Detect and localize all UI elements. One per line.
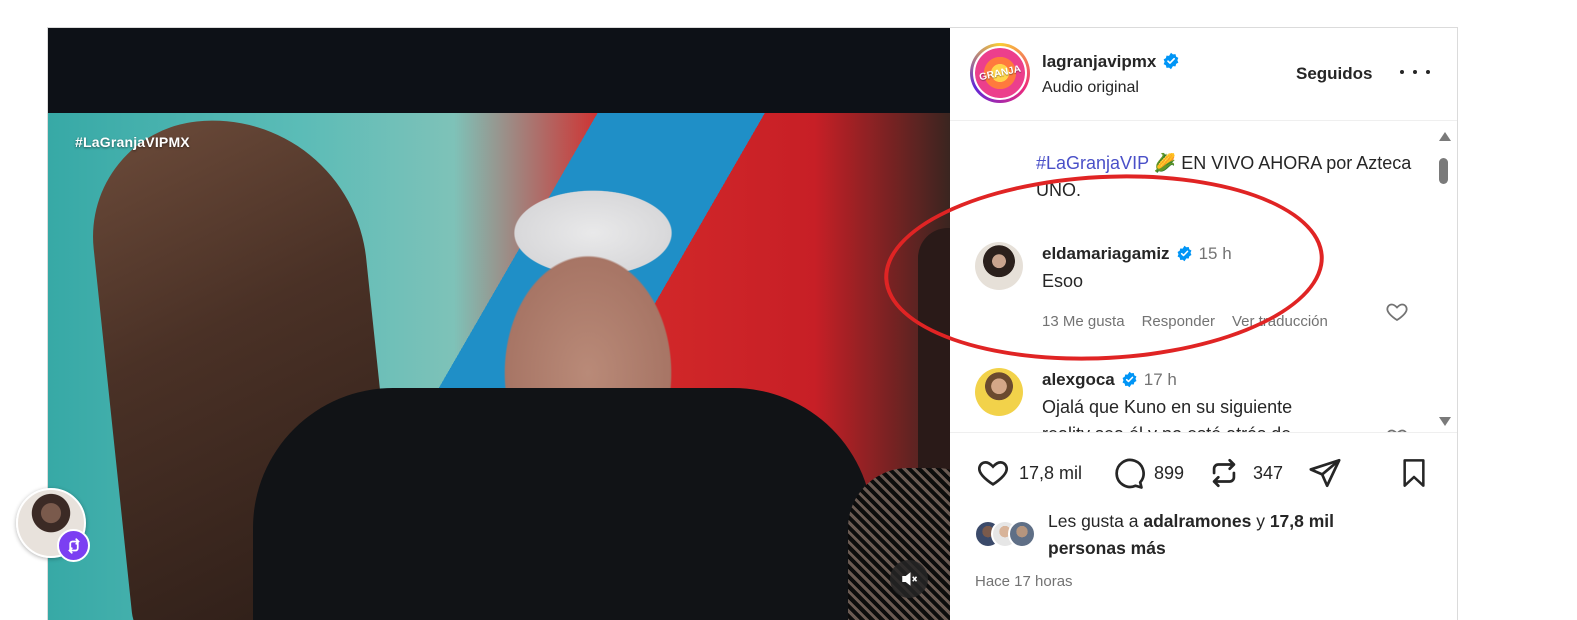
likes-others-link[interactable]: personas más — [1048, 538, 1166, 558]
comment-actions: 13 Me gusta Responder Ver traducción — [1042, 313, 1345, 330]
following-button[interactable]: Seguidos — [1296, 64, 1373, 84]
comments-scrollbar[interactable] — [1436, 122, 1451, 432]
reply-button[interactable]: Responder — [1142, 313, 1215, 330]
heart-icon — [978, 461, 1008, 486]
liker-avatar[interactable] — [1008, 520, 1036, 548]
liker-username-link[interactable]: adalramones — [1143, 511, 1251, 531]
speech-bubble-icon — [1115, 458, 1145, 489]
corn-emoji: 🌽 — [1153, 153, 1177, 173]
repost-badge — [57, 529, 90, 562]
paper-plane-icon — [1309, 458, 1341, 488]
account-username[interactable]: lagranjavipmx — [1042, 52, 1180, 72]
comment-username[interactable]: alexgoca 17 h — [1042, 370, 1177, 390]
comment-text: Esoo — [1042, 271, 1084, 291]
comments-count[interactable]: 899 — [1154, 463, 1184, 484]
verified-badge-icon — [1122, 371, 1137, 388]
scroll-up-arrow-icon[interactable] — [1439, 132, 1451, 141]
repost-icon — [67, 537, 80, 554]
comment-like-heart-icon[interactable] — [1384, 300, 1410, 324]
post-header: GRANJA lagranjavipmx Audio original Segu… — [950, 28, 1457, 121]
likes-count-link[interactable]: 17,8 mil — [1270, 511, 1334, 531]
audio-label[interactable]: Audio original — [1042, 79, 1139, 97]
save-button[interactable] — [1398, 448, 1430, 498]
ellipsis-icon — [1400, 70, 1404, 74]
more-options-button[interactable] — [1400, 61, 1430, 83]
comment-text-continued: reality sea él y no esté atrás de — [1042, 424, 1291, 432]
caption-hashtag-link[interactable]: #LaGranjaVIP — [1036, 153, 1149, 173]
post-actions-bar: 17,8 mil 899 347 — [950, 448, 1457, 498]
video-shirt-shape — [253, 388, 873, 620]
post-details-panel: GRANJA lagranjavipmx Audio original Segu… — [950, 28, 1457, 620]
bookmark-icon — [1403, 459, 1425, 487]
repost-icon — [1212, 458, 1236, 488]
reposts-count[interactable]: 347 — [1253, 463, 1283, 484]
mute-button[interactable] — [890, 560, 928, 598]
comment-time[interactable]: 17 h — [1144, 370, 1177, 389]
video-net-shape — [848, 468, 950, 620]
comment-avatar[interactable] — [975, 242, 1023, 290]
likes-count[interactable]: 17,8 mil — [1019, 463, 1082, 484]
likes-summary-text: Les gusta a adalramones y 17,8 mil person… — [1048, 511, 1335, 558]
comments-list[interactable]: #LaGranjaVIP 🌽 EN VIVO AHORA por Azteca … — [950, 122, 1457, 433]
comment-text: Ojalá que Kuno en su siguiente — [1042, 397, 1293, 417]
comment-username[interactable]: eldamariagamiz 15 h — [1042, 244, 1232, 264]
comment-button[interactable]: 899 — [1110, 448, 1184, 498]
speaker-muted-icon — [902, 572, 918, 586]
post-caption: #LaGranjaVIP 🌽 EN VIVO AHORA por Azteca … — [1036, 150, 1416, 204]
account-username-text[interactable]: lagranjavipmx — [1042, 52, 1156, 71]
avatar-logo-text: GRANJA — [978, 63, 1022, 83]
scrollbar-thumb[interactable] — [1439, 158, 1448, 184]
account-avatar[interactable]: GRANJA — [970, 43, 1030, 103]
comment-like-heart-icon[interactable] — [1384, 426, 1410, 433]
scroll-down-arrow-icon[interactable] — [1439, 417, 1451, 426]
likes-summary: Les gusta a adalramones y 17,8 mil person… — [974, 508, 1444, 563]
verified-badge-icon — [1163, 52, 1179, 70]
video-player[interactable] — [48, 28, 950, 620]
comment-likes-count[interactable]: 13 Me gusta — [1042, 313, 1125, 330]
comment-time[interactable]: 15 h — [1199, 244, 1232, 263]
likers-avatars[interactable] — [974, 520, 1044, 548]
verified-badge-icon — [1177, 245, 1192, 262]
translate-button[interactable]: Ver traducción — [1232, 313, 1328, 330]
share-button[interactable] — [1307, 448, 1343, 498]
repost-button[interactable]: 347 — [1207, 448, 1283, 498]
video-watermark: #LaGranjaVIPMX — [75, 134, 190, 150]
post-timestamp[interactable]: Hace 17 horas — [975, 573, 1073, 590]
like-button[interactable]: 17,8 mil — [975, 448, 1082, 498]
comment-avatar[interactable] — [975, 368, 1023, 416]
